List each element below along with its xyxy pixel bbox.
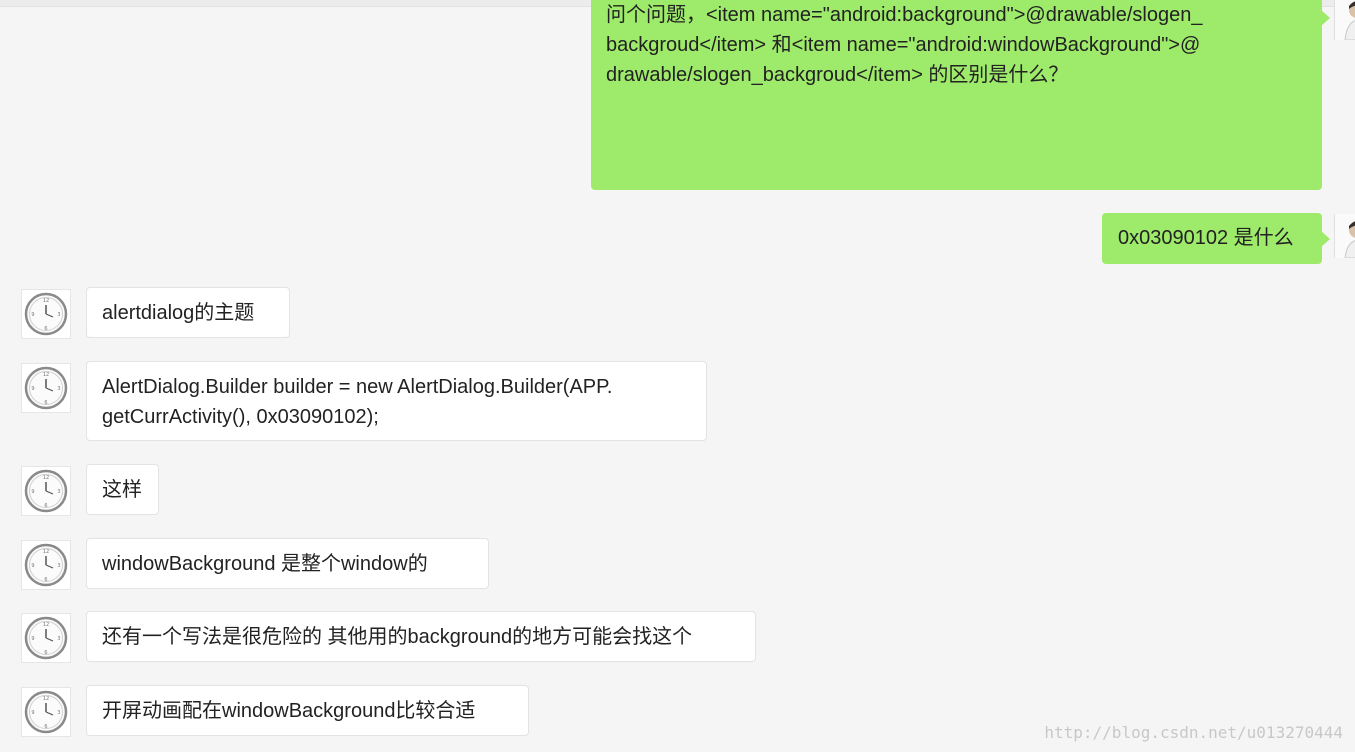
message-line: getCurrActivity(), 0x03090102);: [102, 406, 379, 428]
svg-text:6: 6: [44, 577, 47, 583]
clock-face-avatar-icon[interactable]: 12 3 6 9: [21, 289, 71, 339]
user-photo-avatar-icon[interactable]: [1334, 0, 1355, 40]
message-line: 0x03090102 是什么: [1118, 227, 1294, 249]
svg-text:9: 9: [31, 386, 34, 392]
message-line: 这样: [102, 479, 142, 501]
svg-text:12: 12: [43, 298, 49, 304]
incoming-message-bubble[interactable]: alertdialog的主题: [86, 287, 290, 338]
svg-text:9: 9: [31, 489, 34, 495]
svg-text:9: 9: [31, 563, 34, 569]
svg-text:3: 3: [57, 489, 60, 495]
svg-text:6: 6: [44, 724, 47, 730]
svg-text:9: 9: [31, 312, 34, 318]
clock-face-avatar-icon[interactable]: 12 3 6 9: [21, 613, 71, 663]
outgoing-message-bubble[interactable]: 问个问题，<item name="android:background">@dr…: [591, 0, 1322, 190]
message-line: 还有一个写法是很危险的 其他用的background的地方可能会找这个: [102, 626, 693, 648]
incoming-message-bubble[interactable]: 还有一个写法是很危险的 其他用的background的地方可能会找这个: [86, 611, 756, 662]
svg-text:6: 6: [44, 503, 47, 509]
message-line: 开屏动画配在windowBackground比较合适: [102, 700, 476, 722]
bubble-tail: [1321, 10, 1330, 26]
incoming-message-bubble[interactable]: 这样: [86, 464, 159, 515]
message-line: windowBackground 是整个window的: [102, 553, 428, 575]
svg-text:9: 9: [31, 636, 34, 642]
message-line: 问个问题，<item name="android:background">@dr…: [606, 4, 1203, 26]
svg-text:3: 3: [57, 312, 60, 318]
svg-text:3: 3: [57, 386, 60, 392]
chat-message-area[interactable]: 问个问题，<item name="android:background">@dr…: [0, 0, 1355, 752]
clock-face-avatar-icon[interactable]: 12 3 6 9: [21, 687, 71, 737]
svg-text:9: 9: [31, 710, 34, 716]
message-line: AlertDialog.Builder builder = new AlertD…: [102, 376, 613, 398]
outgoing-message-bubble[interactable]: 0x03090102 是什么: [1102, 213, 1322, 264]
user-photo-avatar-icon[interactable]: [1334, 214, 1355, 258]
svg-text:3: 3: [57, 636, 60, 642]
incoming-message-bubble[interactable]: 开屏动画配在windowBackground比较合适: [86, 685, 529, 736]
message-line: alertdialog的主题: [102, 302, 255, 324]
svg-text:3: 3: [57, 563, 60, 569]
svg-text:12: 12: [43, 372, 49, 378]
clock-face-avatar-icon[interactable]: 12 3 6 9: [21, 466, 71, 516]
watermark-text: http://blog.csdn.net/u013270444: [1044, 723, 1343, 742]
svg-text:6: 6: [44, 326, 47, 332]
svg-text:6: 6: [44, 650, 47, 656]
svg-text:12: 12: [43, 475, 49, 481]
incoming-message-bubble[interactable]: AlertDialog.Builder builder = new AlertD…: [86, 361, 707, 441]
svg-text:12: 12: [43, 549, 49, 555]
svg-text:3: 3: [57, 710, 60, 716]
svg-text:12: 12: [43, 622, 49, 628]
message-line: backgroud</item> 和<item name="android:wi…: [606, 34, 1201, 56]
incoming-message-bubble[interactable]: windowBackground 是整个window的: [86, 538, 489, 589]
clock-face-avatar-icon[interactable]: 12 3 6 9: [21, 363, 71, 413]
message-line: drawable/slogen_backgroud</item> 的区别是什么？: [606, 64, 1069, 86]
svg-text:6: 6: [44, 400, 47, 406]
svg-text:12: 12: [43, 696, 49, 702]
clock-face-avatar-icon[interactable]: 12 3 6 9: [21, 540, 71, 590]
bubble-tail: [1321, 231, 1330, 247]
